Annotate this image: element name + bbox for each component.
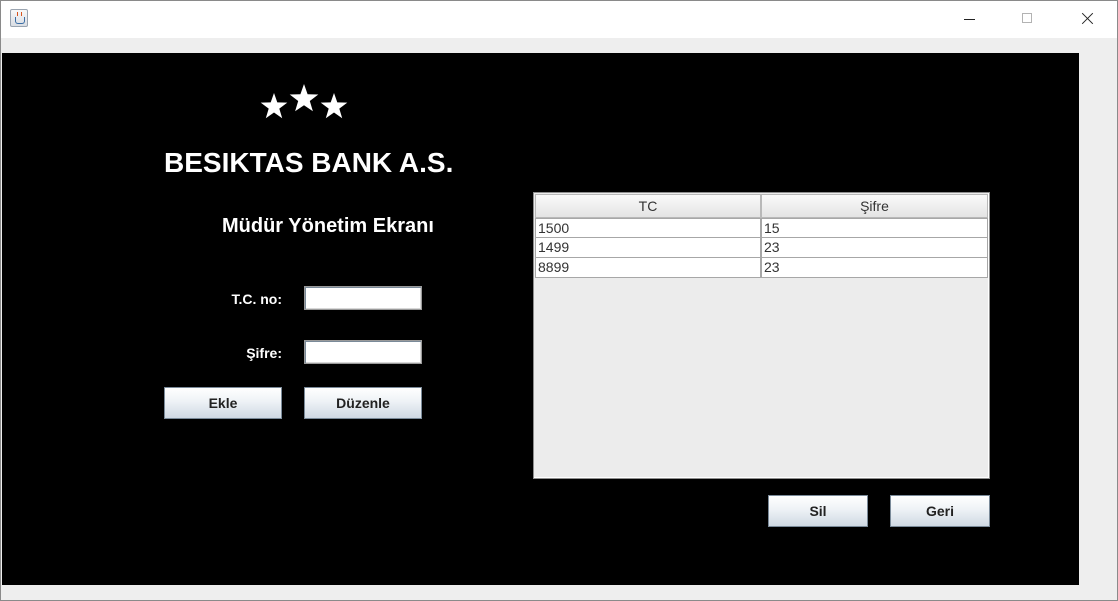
title-bar (1, 1, 1117, 38)
tc-label: T.C. no: (231, 291, 282, 307)
app-window: BESIKTAS BANK A.S. Müdür Yönetim Ekranı … (0, 0, 1118, 601)
tc-input[interactable] (304, 286, 422, 310)
table-cell-tc[interactable]: 8899 (535, 258, 761, 278)
table-body: 1500 15 1499 23 8899 23 (535, 218, 988, 278)
close-icon[interactable] (1057, 1, 1115, 38)
maximize-icon[interactable] (999, 1, 1057, 38)
main-panel: BESIKTAS BANK A.S. Müdür Yönetim Ekranı … (2, 53, 1079, 585)
sifre-label: Şifre: (246, 345, 282, 361)
table-cell-sifre[interactable]: 15 (761, 218, 988, 238)
three-stars-icon (260, 84, 348, 119)
table-row[interactable]: 8899 23 (535, 258, 988, 278)
duzenle-button[interactable]: Düzenle (304, 387, 422, 419)
table-cell-sifre[interactable]: 23 (761, 258, 988, 278)
column-header-sifre[interactable]: Şifre (761, 194, 988, 218)
java-cup-icon[interactable] (10, 9, 28, 27)
table-row[interactable]: 1499 23 (535, 238, 988, 258)
table-row[interactable]: 1500 15 (535, 218, 988, 238)
geri-button[interactable]: Geri (890, 495, 990, 527)
users-table[interactable]: TC Şifre 1500 15 1499 23 8899 23 (533, 192, 990, 479)
bank-title: BESIKTAS BANK A.S. (164, 147, 454, 178)
sil-button[interactable]: Sil (768, 495, 868, 527)
table-cell-sifre[interactable]: 23 (761, 238, 988, 258)
screen-subtitle: Müdür Yönetim Ekranı (222, 215, 434, 237)
ekle-button[interactable]: Ekle (164, 387, 282, 419)
column-header-tc[interactable]: TC (535, 194, 761, 218)
table-cell-tc[interactable]: 1500 (535, 218, 761, 238)
table-cell-tc[interactable]: 1499 (535, 238, 761, 258)
table-header: TC Şifre (535, 194, 988, 218)
sifre-input[interactable] (304, 340, 422, 364)
minimize-icon[interactable] (941, 1, 999, 38)
